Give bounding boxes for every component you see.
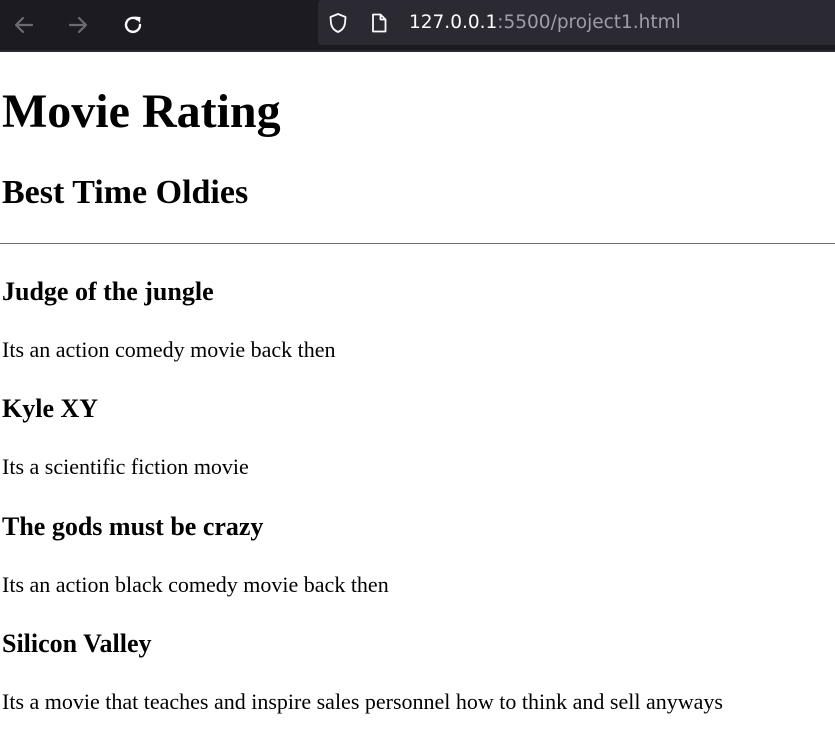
back-button[interactable]: [8, 9, 40, 41]
reload-icon: [124, 16, 142, 34]
reload-button[interactable]: [117, 9, 149, 41]
url-path: :5500/project1.html: [497, 12, 681, 33]
page-title: Movie Rating: [2, 85, 281, 138]
movie-title: Kyle XY: [2, 394, 99, 423]
movie-title: The gods must be crazy: [2, 512, 264, 541]
forward-arrow-icon: [68, 16, 88, 34]
address-bar[interactable]: 127.0.0.1:5500/project1.html: [318, 0, 835, 45]
movie-title: Judge of the jungle: [2, 277, 214, 306]
movie-description: Its a scientific fiction movie: [2, 454, 249, 479]
movie-description: Its an action comedy movie back then: [2, 337, 336, 362]
movie-description: Its an action black comedy movie back th…: [2, 572, 389, 597]
page-subtitle: Best Time Oldies: [2, 174, 249, 211]
forward-button[interactable]: [62, 9, 94, 41]
back-arrow-icon: [14, 16, 34, 34]
divider: [0, 243, 835, 244]
movie-title: Silicon Valley: [2, 629, 152, 658]
url-host: 127.0.0.1: [409, 12, 498, 33]
url-text[interactable]: 127.0.0.1:5500/project1.html: [409, 10, 681, 36]
browser-toolbar: 127.0.0.1:5500/project1.html: [0, 0, 835, 52]
movie-description: Its a movie that teaches and inspire sal…: [2, 689, 723, 714]
shield-icon[interactable]: [327, 12, 349, 34]
page-icon[interactable]: [368, 12, 390, 34]
